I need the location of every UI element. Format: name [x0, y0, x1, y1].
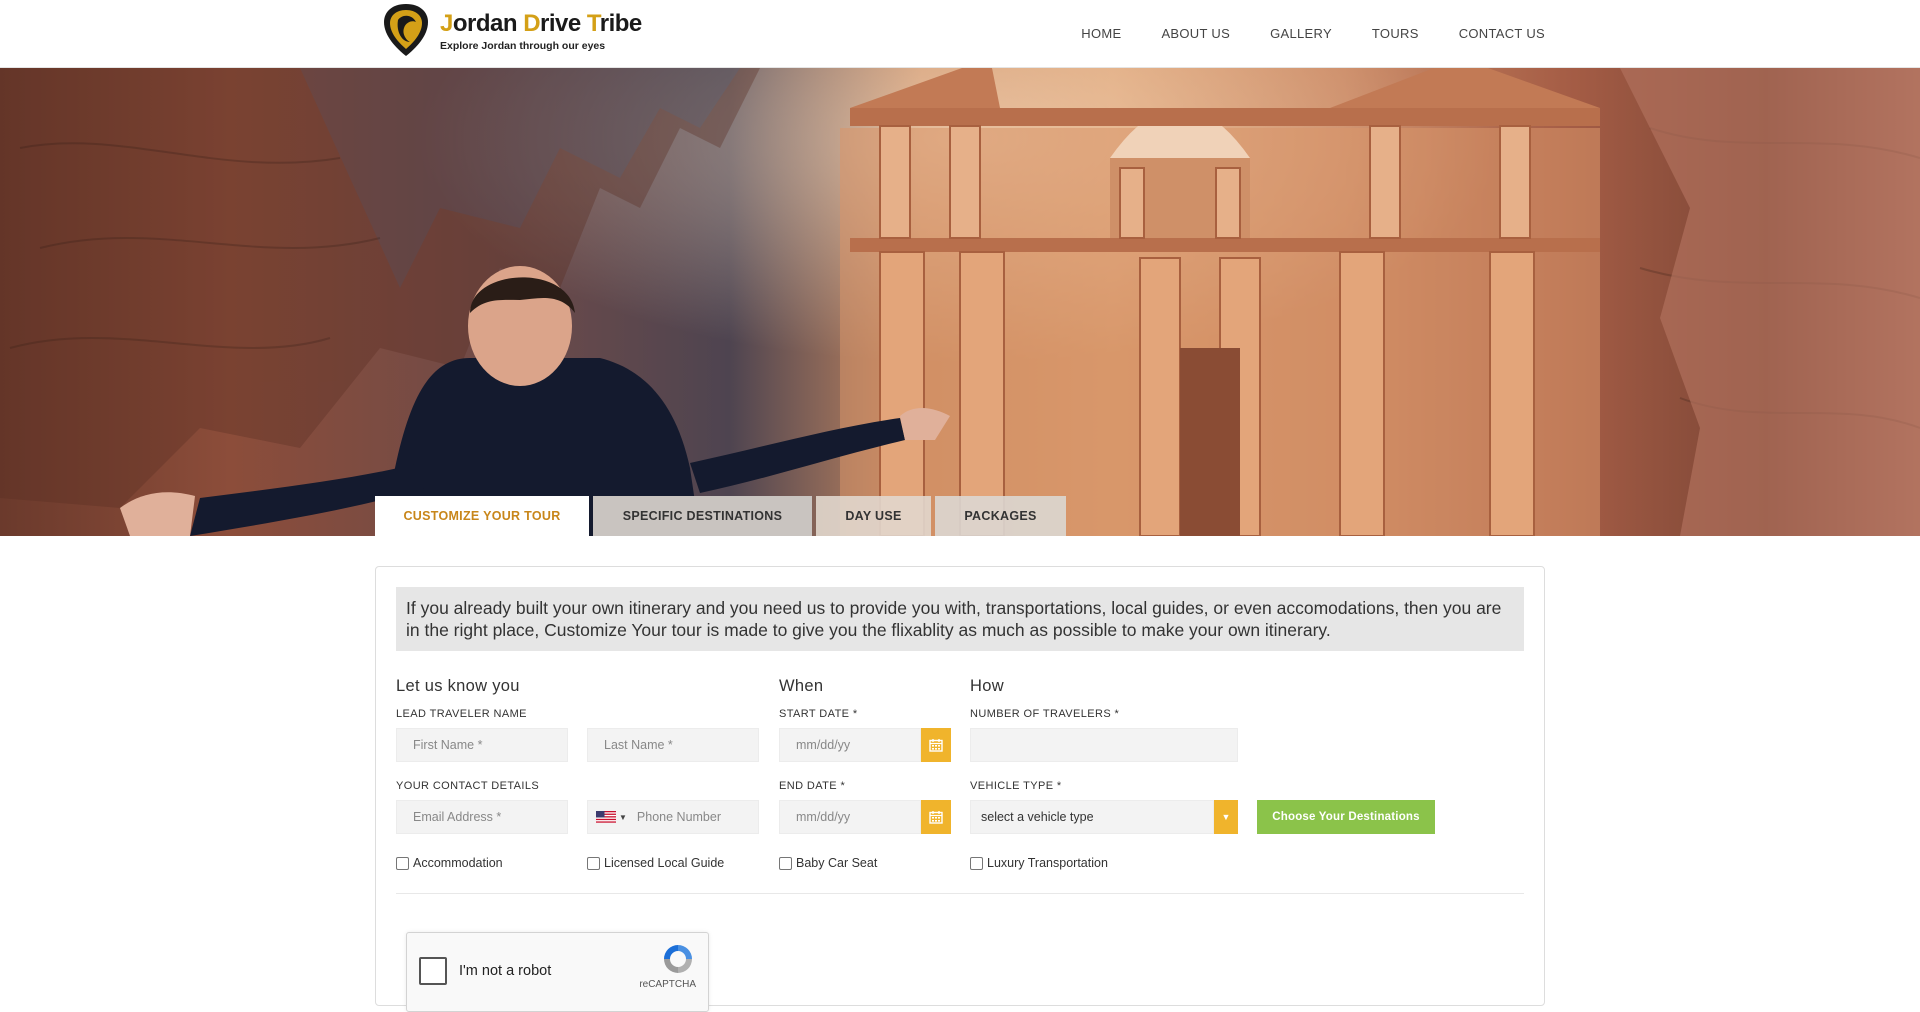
start-date-input[interactable]: mm/dd/yy: [779, 728, 921, 762]
choose-destinations-button[interactable]: Choose Your Destinations: [1257, 800, 1435, 834]
tab-specific-destinations[interactable]: SPECIFIC DESTINATIONS: [593, 496, 812, 536]
checkbox-box[interactable]: [396, 856, 409, 870]
phone-placeholder: Phone Number: [636, 810, 721, 824]
nav-home[interactable]: HOME: [1081, 26, 1121, 41]
nav-tours[interactable]: TOURS: [1372, 26, 1419, 41]
local-guide-checkbox[interactable]: Licensed Local Guide: [587, 856, 724, 870]
tour-tabs: CUSTOMIZE YOUR TOUR SPECIFIC DESTINATION…: [375, 496, 1066, 536]
recaptcha-widget: I'm not a robot reCAPTCHA: [406, 932, 709, 1012]
checkbox-box[interactable]: [970, 856, 983, 870]
checkbox-box[interactable]: [587, 856, 600, 870]
vehicle-type-label: VEHICLE TYPE *: [970, 780, 1062, 792]
email-input[interactable]: Email Address *: [396, 800, 568, 834]
tab-day-use[interactable]: DAY USE: [816, 496, 931, 536]
logo-tagline: Explore Jordan through our eyes: [440, 40, 606, 52]
end-date-input[interactable]: mm/dd/yy: [779, 800, 921, 834]
luxury-transport-checkbox[interactable]: Luxury Transportation: [970, 856, 1108, 870]
start-date-label: START DATE *: [779, 708, 858, 720]
start-date-calendar-button[interactable]: [921, 728, 951, 762]
accommodation-label: Accommodation: [413, 856, 503, 870]
nav-contact-us[interactable]: CONTACT US: [1459, 26, 1545, 41]
baby-car-seat-label: Baby Car Seat: [796, 856, 878, 870]
baby-car-seat-checkbox[interactable]: Baby Car Seat: [779, 856, 877, 870]
local-guide-label: Licensed Local Guide: [604, 856, 725, 870]
last-name-input[interactable]: Last Name *: [587, 728, 759, 762]
lead-traveler-label: LEAD TRAVELER NAME: [396, 708, 527, 720]
site-header: Jordan Drive Tribe Explore Jordan throug…: [0, 0, 1920, 68]
logo-title-part: D: [523, 10, 541, 37]
nav-gallery[interactable]: GALLERY: [1270, 26, 1332, 41]
logo-title-part: ordan: [452, 10, 524, 37]
us-flag-icon[interactable]: ▼: [596, 811, 627, 823]
vehicle-dropdown-arrow-icon[interactable]: ▼: [1214, 800, 1238, 834]
main-nav: HOME ABOUT US GALLERY TOURS CONTACT US: [1081, 26, 1545, 41]
calendar-icon: [929, 739, 943, 752]
section-title-when: When: [779, 677, 824, 695]
recaptcha-label: I'm not a robot: [459, 963, 552, 979]
first-name-input[interactable]: First Name *: [396, 728, 568, 762]
nav-about-us[interactable]: ABOUT US: [1161, 26, 1230, 41]
site-logo[interactable]: Jordan Drive Tribe Explore Jordan throug…: [380, 0, 642, 62]
logo-title-part: T: [586, 10, 600, 37]
tab-customize-your-tour[interactable]: CUSTOMIZE YOUR TOUR: [375, 496, 589, 536]
travelers-input[interactable]: [970, 728, 1238, 762]
accommodation-checkbox[interactable]: Accommodation: [396, 856, 503, 870]
contact-details-label: YOUR CONTACT DETAILS: [396, 780, 540, 792]
end-date-label: END DATE *: [779, 780, 846, 792]
hero-illustration: [0, 68, 1920, 536]
tab-packages[interactable]: PACKAGES: [935, 496, 1066, 536]
intro-text: If you already built your own itinerary …: [396, 587, 1524, 651]
vehicle-type-select[interactable]: select a vehicle type: [970, 800, 1214, 834]
logo-title-part: ribe: [599, 10, 643, 37]
logo-icon: [384, 4, 428, 56]
hero-image: [0, 68, 1920, 536]
logo-title-part: J: [440, 10, 453, 37]
section-title-know-you: Let us know you: [396, 677, 520, 695]
section-title-how: How: [970, 677, 1004, 695]
phone-input[interactable]: ▼ Phone Number: [587, 800, 759, 834]
recaptcha-icon: [664, 945, 692, 973]
form-divider: [396, 893, 1524, 894]
luxury-transport-label: Luxury Transportation: [987, 856, 1108, 870]
end-date-calendar-button[interactable]: [921, 800, 951, 834]
flag-icon: [596, 811, 616, 823]
travelers-label: NUMBER OF TRAVELERS *: [970, 708, 1120, 720]
checkbox-box[interactable]: [779, 856, 792, 870]
logo-title-part: rive: [540, 10, 587, 37]
calendar-icon: [929, 811, 943, 824]
customize-tour-form: If you already built your own itinerary …: [375, 566, 1545, 1012]
logo-title: Jordan Drive Tribe: [440, 10, 642, 38]
recaptcha-brand: reCAPTCHA: [639, 979, 696, 990]
caret-down-icon: ▼: [619, 812, 627, 822]
recaptcha-checkbox[interactable]: [419, 957, 447, 985]
